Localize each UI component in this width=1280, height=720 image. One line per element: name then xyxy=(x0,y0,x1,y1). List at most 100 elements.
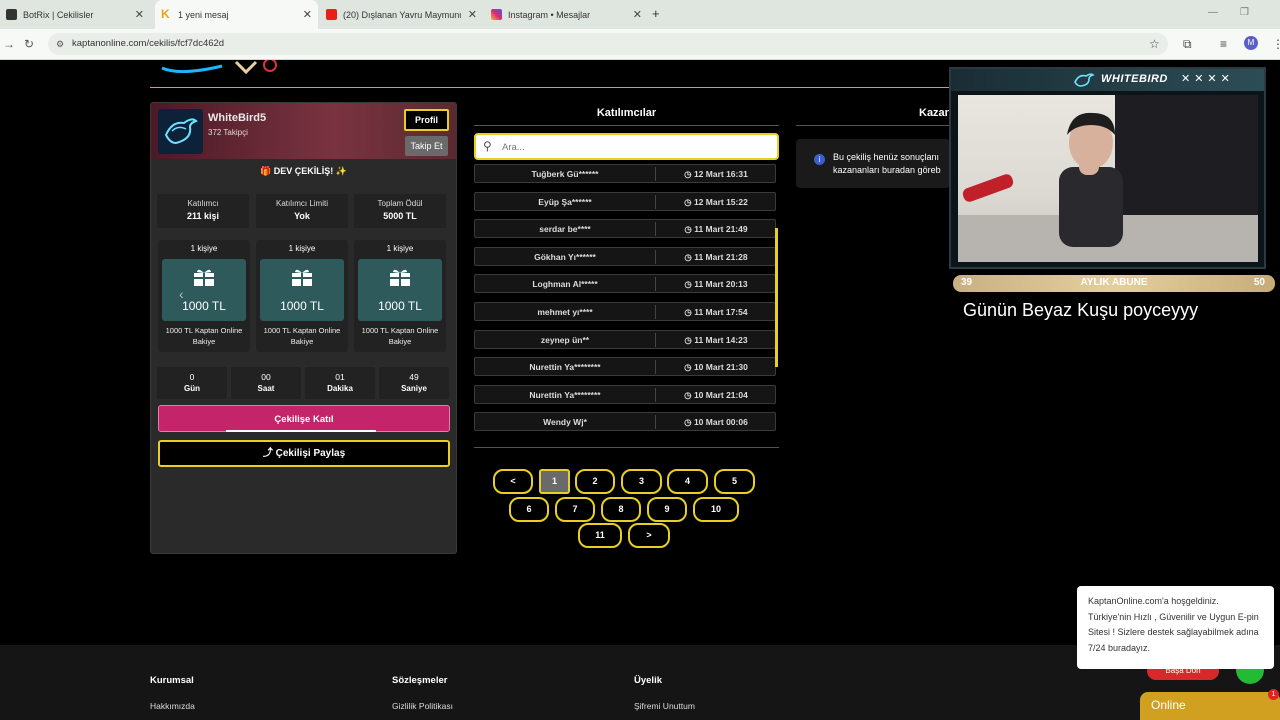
row-divider xyxy=(655,194,656,209)
prize-image: 1000 TL xyxy=(358,259,442,321)
page-button[interactable]: 1 xyxy=(539,469,570,494)
maximize-icon[interactable]: ❐ xyxy=(1240,7,1249,18)
live-chat-button[interactable]: Online xyxy=(1140,692,1280,720)
profile-avatar[interactable]: M xyxy=(1244,36,1258,50)
row-divider xyxy=(655,305,656,319)
participant-search[interactable]: ⚲ xyxy=(474,133,779,160)
participant-name: Loghman Al***** xyxy=(532,279,598,290)
prize-card[interactable]: 1 kişiye 1000 TL 1000 TL Kaptan Online Ba… xyxy=(256,240,348,352)
row-divider xyxy=(655,387,656,402)
join-giveaway-button[interactable]: Çekilişe Katıl xyxy=(158,405,450,432)
giveaway-card: WhiteBird5 372 Takipçi Profil Takip Et 🎁… xyxy=(150,102,457,554)
winners-info-text: Bu çekiliş henüz sonuçlanı kazananları b… xyxy=(833,151,950,177)
prize-amount: 1000 TL xyxy=(378,299,422,313)
tab-title: Instagram • Mesajlar xyxy=(508,9,591,20)
bookmark-star-icon[interactable]: ☆ xyxy=(1149,37,1160,51)
page-button[interactable]: 10 xyxy=(693,497,739,522)
countdown-value: 0 xyxy=(189,372,195,382)
prize-card[interactable]: 1 kişiye 1000 TL 1000 TL Kaptan Online Ba… xyxy=(354,240,446,352)
microphone-icon xyxy=(961,172,1015,204)
footer-link[interactable]: Gizlilik Politikası xyxy=(392,701,453,711)
clock-icon: ◷ xyxy=(684,334,695,345)
participant-time: ◷ 11 Mart 21:49 xyxy=(657,224,775,235)
countdown-value: 01 xyxy=(335,372,345,382)
close-icon[interactable]: ✕ xyxy=(135,8,144,21)
overlay-caption: Günün Beyaz Kuşu poyceyyy xyxy=(963,300,1199,320)
footer-heading: Kurumsal xyxy=(150,675,194,686)
gift-icon xyxy=(194,269,214,286)
tab-youtube[interactable]: (20) Dışlanan Yavru Maymunun ✕ xyxy=(320,0,483,29)
url-field[interactable]: ⚙ kaptanonline.com/cekilis/fcf7dc462d xyxy=(48,33,1168,55)
close-icon[interactable]: ✕ xyxy=(303,8,312,21)
site-info-icon[interactable]: ⚙ xyxy=(56,33,64,55)
page-button[interactable]: 5 xyxy=(714,469,755,494)
stat-value: Yok xyxy=(294,211,310,221)
close-icon[interactable]: ✕ xyxy=(633,8,642,21)
page-button[interactable]: 4 xyxy=(667,469,708,494)
share-label: Çekilişi Paylaş xyxy=(275,448,346,459)
minimize-icon[interactable]: — xyxy=(1208,7,1218,18)
footer-link[interactable]: Şifremi Unuttum xyxy=(634,701,695,711)
page-button[interactable]: 8 xyxy=(601,497,641,522)
prize-description: 1000 TL Kaptan Online Bakiye xyxy=(158,325,250,347)
overlay-close-icons: ✕✕✕✕ xyxy=(1181,73,1234,85)
page-button[interactable]: 9 xyxy=(647,497,687,522)
streamer-avatar[interactable] xyxy=(158,109,203,154)
footer-link[interactable]: Hakkımızda xyxy=(150,701,195,711)
countdown-minutes: 01 Dakika xyxy=(305,367,375,399)
tab-botrix[interactable]: BotRix | Cekilisler ✕ xyxy=(0,0,150,29)
menu-icon[interactable]: ⋮ xyxy=(1272,37,1280,51)
stat-value: 5000 TL xyxy=(383,211,417,221)
tab-title: (20) Dışlanan Yavru Maymunun xyxy=(343,9,461,20)
prize-image: 1000 TL xyxy=(162,259,246,321)
participant-row: Eyüp Şa****** ◷ 12 Mart 15:22 xyxy=(474,191,776,211)
prize-image: 1000 TL xyxy=(260,259,344,321)
streamer-username[interactable]: WhiteBird5 xyxy=(208,112,266,124)
participant-row: Loghman Al***** ◷ 11 Mart 20:13 xyxy=(474,274,776,294)
next-page-button[interactable]: > xyxy=(628,523,670,548)
share-giveaway-button[interactable]: ⤴ Çekilişi Paylaş xyxy=(158,440,450,467)
participants-bottom-divider xyxy=(474,447,779,448)
tab-kaptan[interactable]: K 1 yeni mesaj ✕ xyxy=(155,0,318,29)
countdown-days: 0 Gün xyxy=(157,367,227,399)
forward-icon[interactable]: → xyxy=(3,37,15,51)
url-text: kaptanonline.com/cekilis/fcf7dc462d xyxy=(72,38,225,49)
bird-icon xyxy=(1074,73,1095,87)
footer-heading: Sözleşmeler xyxy=(392,675,448,686)
time-value: 10 Mart 21:30 xyxy=(693,362,748,373)
page-button[interactable]: 6 xyxy=(509,497,549,522)
tab-instagram[interactable]: Instagram • Mesajlar ✕ xyxy=(485,0,648,29)
winners-info-box: i Bu çekiliş henüz sonuçlanı kazananları… xyxy=(796,139,950,188)
prize-card[interactable]: 1 kişiye 1000 TL 1000 TL Kaptan Online Ba… xyxy=(158,240,250,352)
prize-desc-line: 1000 TL Kaptan Online xyxy=(263,326,341,335)
sub-label: AYLIK ABUNE xyxy=(1080,277,1148,288)
chevron-left-icon[interactable]: ‹ xyxy=(179,286,184,302)
new-tab-icon[interactable]: + xyxy=(652,6,660,21)
search-input[interactable] xyxy=(502,139,762,155)
clock-icon: ◷ xyxy=(684,169,694,179)
extensions-icon[interactable]: ⧉ xyxy=(1183,37,1192,52)
follow-button[interactable]: Takip Et xyxy=(405,136,448,156)
list-scrollbar[interactable] xyxy=(775,228,778,367)
participant-time: ◷ 11 Mart 21:28 xyxy=(657,252,775,263)
reading-list-icon[interactable]: ≡ xyxy=(1220,37,1227,51)
profile-button[interactable]: Profil xyxy=(404,109,449,131)
time-value: 11 Mart 21:49 xyxy=(694,224,748,235)
participant-row: Gökhan Yı****** ◷ 11 Mart 21:28 xyxy=(474,246,776,266)
info-icon: i xyxy=(814,154,825,165)
streamer-header: WhiteBird5 372 Takipçi Profil Takip Et xyxy=(151,103,456,159)
prize-desc-line: 1000 TL Kaptan Online xyxy=(165,326,243,335)
row-divider xyxy=(655,332,656,347)
countdown-value: 00 xyxy=(261,372,271,382)
reload-icon[interactable]: ↻ xyxy=(24,37,34,51)
page-button[interactable]: 2 xyxy=(575,469,615,494)
page-button[interactable]: 7 xyxy=(555,497,595,522)
stat-label: Toplam Ödül xyxy=(377,199,423,208)
page-button[interactable]: 11 xyxy=(578,523,622,548)
close-icon[interactable]: ✕ xyxy=(468,8,477,21)
prev-page-button[interactable]: < xyxy=(493,469,533,494)
page-button[interactable]: 3 xyxy=(621,469,662,494)
participant-row: Wendy Wj* ◷ 10 Mart 00:06 xyxy=(474,412,776,432)
clock-icon: ◷ xyxy=(684,224,695,235)
countdown-label: Gün xyxy=(184,384,200,393)
